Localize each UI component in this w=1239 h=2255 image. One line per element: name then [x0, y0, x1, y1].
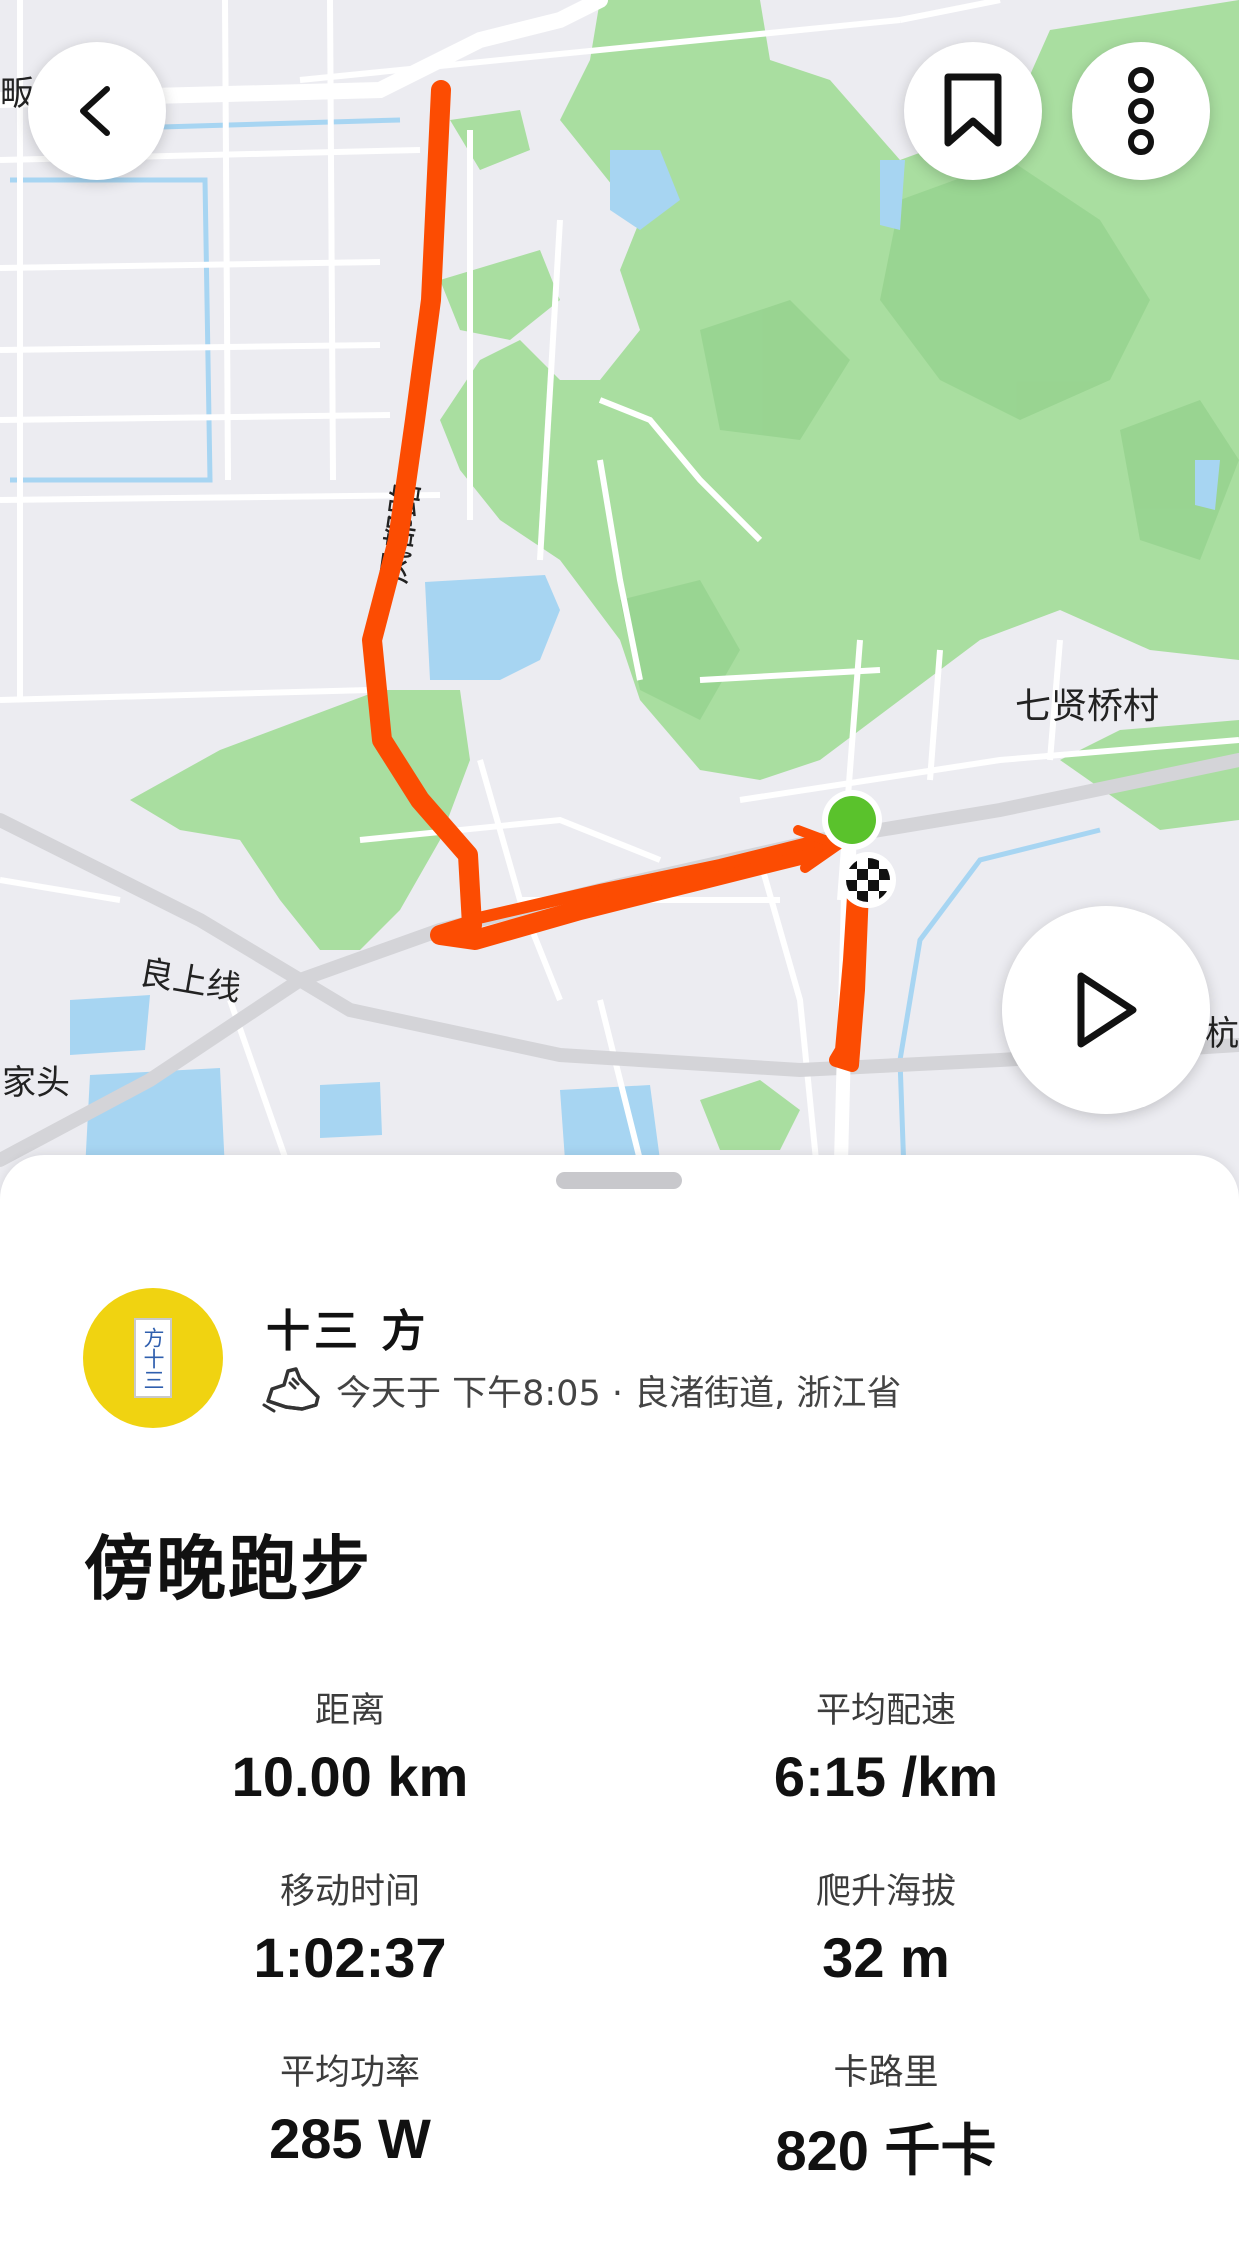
stat-value: 10.00 km — [231, 1745, 469, 1808]
more-vertical-icon — [1128, 67, 1154, 155]
stat-value: 32 m — [822, 1926, 950, 1989]
back-button[interactable] — [28, 42, 166, 180]
chevron-left-icon — [80, 86, 110, 136]
stat-value: 6:15 /km — [773, 1745, 999, 1808]
play-icon — [1077, 972, 1137, 1048]
stat-avg-power: 平均功率 285 W — [90, 2050, 610, 2171]
activity-detail-sheet: 方十三 十三 方 今天于 下午8:05 · 良渚街道, 浙江省 傍晚跑步 距离 … — [0, 1155, 1239, 2255]
running-shoe-icon — [262, 1367, 320, 1413]
stat-label: 卡路里 — [833, 2053, 939, 2093]
stat-label: 平均功率 — [279, 2053, 420, 2093]
stat-label: 距离 — [314, 1691, 385, 1731]
stat-distance: 距离 10.00 km — [90, 1688, 610, 1809]
avatar-image-text: 方十三 — [134, 1318, 172, 1398]
bookmark-icon — [944, 73, 1002, 147]
sheet-drag-handle[interactable] — [556, 1172, 682, 1189]
stat-avg-pace: 平均配速 6:15 /km — [626, 1688, 1146, 1809]
stat-value: 285 W — [269, 2107, 431, 2170]
play-flyover-button[interactable] — [1002, 906, 1210, 1114]
bookmark-button[interactable] — [904, 42, 1042, 180]
place-label-right: 杭 — [1205, 1014, 1239, 1054]
avatar[interactable]: 方十三 — [83, 1288, 223, 1428]
stat-value: 1:02:37 — [253, 1926, 447, 1989]
finish-flag-icon — [840, 852, 896, 908]
stat-elevation-gain: 爬升海拔 32 m — [626, 1869, 1146, 1990]
stat-label: 平均配速 — [815, 1691, 956, 1731]
stat-label: 爬升海拔 — [815, 1872, 956, 1912]
athlete-name[interactable]: 十三 方 — [266, 1295, 429, 1359]
start-marker — [828, 796, 876, 844]
stat-moving-time: 移动时间 1:02:37 — [90, 1869, 610, 1990]
stat-label: 移动时间 — [279, 1872, 420, 1912]
village-label-qixianqiao: 七贤桥村 — [1015, 686, 1159, 727]
stat-value: 820 千卡 — [775, 2119, 997, 2182]
stat-calories: 卡路里 820 千卡 — [626, 2050, 1146, 2187]
place-label-left: 家头 — [2, 1063, 70, 1103]
activity-title: 傍晚跑步 — [84, 1528, 372, 1610]
more-options-button[interactable] — [1072, 42, 1210, 180]
activity-date-location: 今天于 下午8:05 · 良渚街道, 浙江省 — [336, 1374, 902, 1414]
